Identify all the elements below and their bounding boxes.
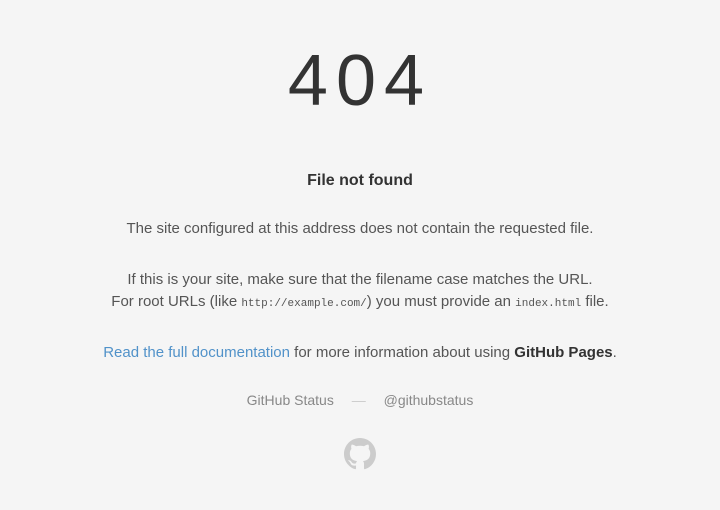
github-status-link[interactable]: GitHub Status	[247, 392, 334, 408]
github-logo[interactable]	[0, 438, 720, 475]
twitter-link[interactable]: @githubstatus	[384, 392, 474, 408]
docs-message: Read the full documentation for more inf…	[0, 342, 720, 365]
error-code: 404	[0, 40, 720, 122]
message-text: for more information about using	[290, 344, 514, 361]
message-text: ) you must provide an	[367, 293, 515, 310]
code-url-example: http://example.com/	[241, 298, 366, 310]
error-message-1: The site configured at this address does…	[0, 218, 720, 241]
footer-links: GitHub Status — @githubstatus	[0, 392, 720, 408]
message-text: If this is your site, make sure that the…	[127, 271, 592, 288]
docs-link[interactable]: Read the full documentation	[103, 344, 290, 361]
github-icon	[344, 438, 376, 475]
product-name: GitHub Pages	[514, 344, 612, 361]
message-text: .	[613, 344, 617, 361]
message-text: For root URLs (like	[111, 293, 241, 310]
separator: —	[352, 392, 366, 408]
message-text: file.	[581, 293, 609, 310]
error-message-2: If this is your site, make sure that the…	[0, 269, 720, 314]
error-title: File not found	[0, 172, 720, 190]
code-filename: index.html	[515, 298, 581, 310]
